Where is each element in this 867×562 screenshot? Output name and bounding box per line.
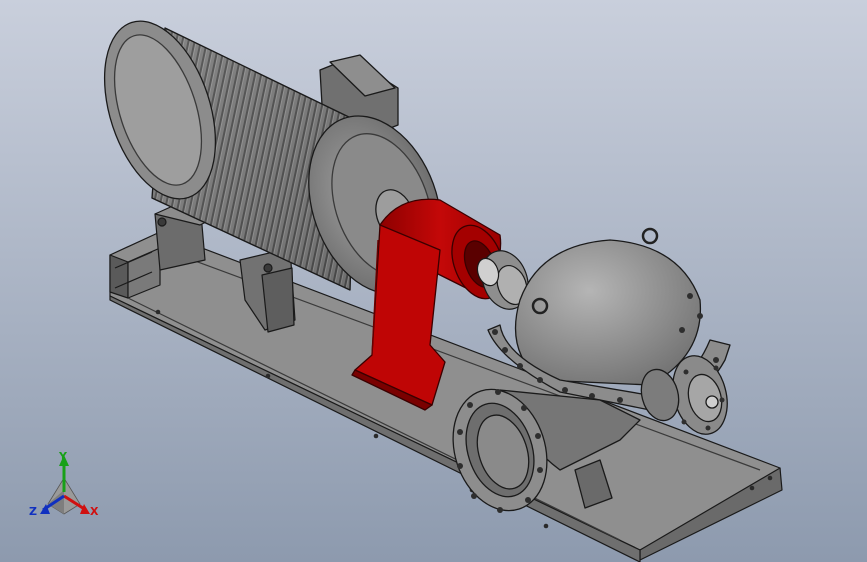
graphics-viewport[interactable]: Y X Z: [0, 0, 867, 562]
triad-x-label: X: [90, 505, 99, 518]
triad-z-label: Z: [29, 505, 37, 518]
triad-y-label: Y: [58, 450, 68, 463]
